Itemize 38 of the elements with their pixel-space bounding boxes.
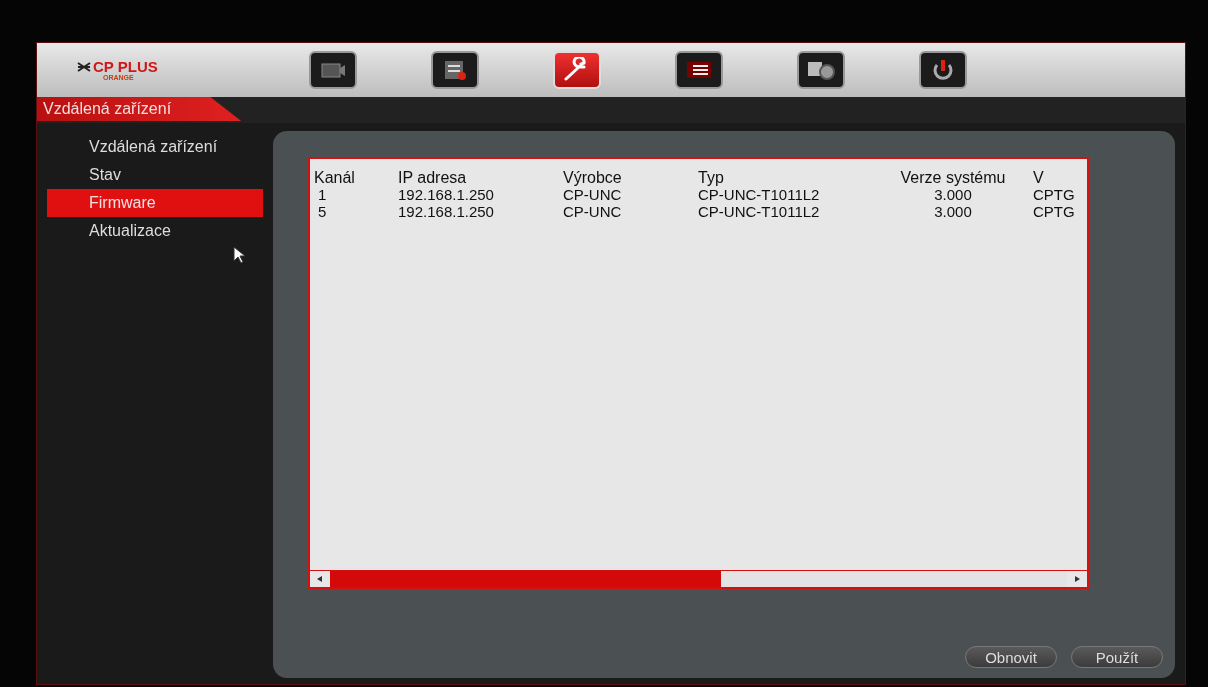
table-cell-text: CP-UNC (563, 186, 623, 203)
table-cell-text: 192.168.1.250 (398, 203, 495, 220)
table-cell-text: 192.168.1.250 (398, 186, 495, 203)
table-cell-text: 5 (317, 203, 328, 220)
table-cell-text: CP-UNC-T1011L2 (698, 186, 821, 203)
sidebar-item[interactable]: Stav (47, 161, 263, 189)
document-icon (442, 59, 468, 81)
action-button[interactable]: Použít (1071, 646, 1163, 668)
table-cell-text: 3.000 (933, 203, 973, 220)
camera-tile[interactable] (309, 51, 357, 89)
wrench-tile[interactable] (553, 51, 601, 89)
table-cell-text: CP-UNC (563, 203, 623, 220)
column-header: V (1033, 169, 1045, 186)
column-header: IP adresa (398, 169, 468, 186)
column-header: Typ (698, 169, 725, 186)
horizontal-scrollbar[interactable] (310, 570, 1087, 587)
column-header: Kanál (314, 169, 356, 186)
logo-mark-icon (77, 61, 91, 72)
pointer-icon (233, 246, 247, 264)
column-header: Verze systému (899, 169, 1007, 186)
table-cell-text: CP-UNC-T1011L2 (698, 203, 821, 220)
column-header: Výrobce (563, 169, 623, 186)
section-title: Vzdálená zařízení (37, 97, 242, 121)
camera-icon (320, 60, 346, 80)
sidebar-item[interactable]: Aktualizace (47, 217, 263, 245)
list-tile[interactable] (675, 51, 723, 89)
action-button[interactable]: Obnovit (965, 646, 1057, 668)
table-cell-text: 1 (317, 186, 328, 203)
devices-icon (806, 59, 836, 81)
table-cell-text: 3.000 (933, 186, 973, 203)
table-cell-text: CPTG (1033, 186, 1076, 203)
sidebar-item[interactable]: Firmware (47, 189, 263, 217)
power-tile[interactable] (919, 51, 967, 89)
sidebar-item[interactable]: Vzdálená zařízení (47, 133, 263, 161)
list-icon (685, 60, 713, 80)
table-cell-text: CPTG (1033, 203, 1076, 220)
devices-tile[interactable] (797, 51, 845, 89)
document-tile[interactable] (431, 51, 479, 89)
